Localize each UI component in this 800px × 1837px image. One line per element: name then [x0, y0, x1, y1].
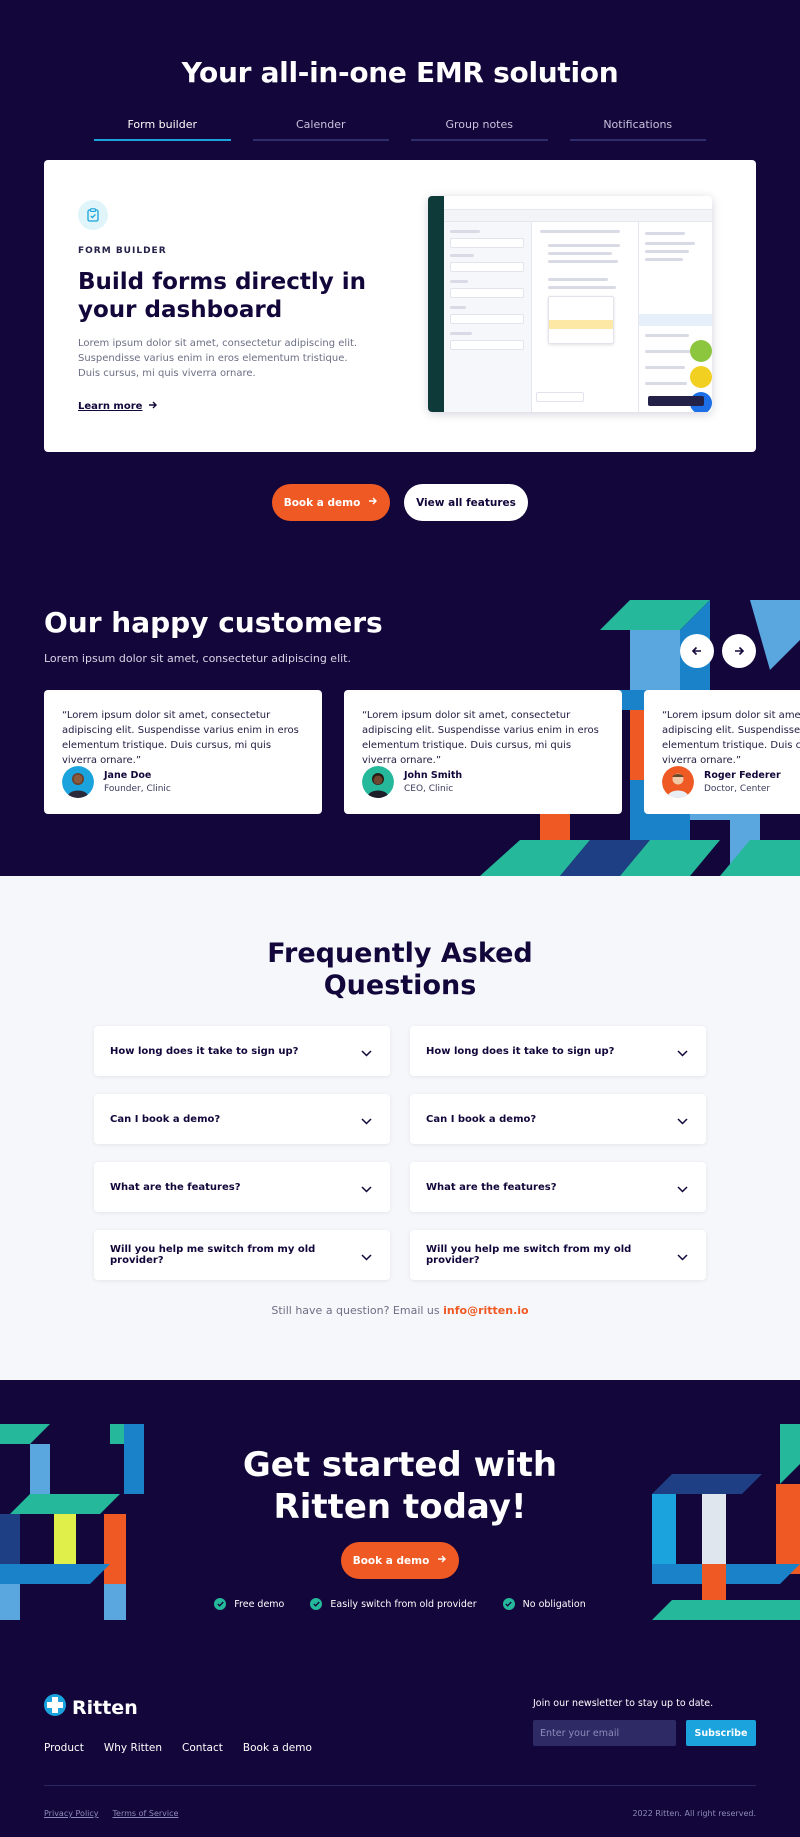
- footer-link-book-demo[interactable]: Book a demo: [243, 1742, 312, 1754]
- page: Your all-in-one EMR solution Form builde…: [0, 0, 800, 1837]
- faq-item[interactable]: Will you help me switch from my old prov…: [94, 1230, 390, 1280]
- avatar: [662, 766, 694, 798]
- avatar: [362, 766, 394, 798]
- dashboard-screenshot: [428, 196, 712, 412]
- faq-contact-text: Still have a question? Email us info@rit…: [271, 1304, 529, 1317]
- chevron-down-icon: [677, 1178, 688, 1197]
- view-all-features-button[interactable]: View all features: [404, 484, 528, 521]
- chevron-down-icon: [361, 1246, 372, 1265]
- arrow-right-icon: [368, 496, 378, 509]
- testimonial-quote: “Lorem ipsum dolor sit amet, consectetur…: [362, 710, 599, 766]
- testimonial-role: Doctor, Center: [704, 784, 771, 794]
- newsletter-email-input[interactable]: [533, 1720, 676, 1746]
- testimonial-name: John Smith: [404, 770, 463, 781]
- benefit-item: Easily switch from old provider: [310, 1598, 477, 1610]
- footer-link-contact[interactable]: Contact: [182, 1742, 223, 1754]
- check-icon: [310, 1598, 323, 1610]
- chevron-down-icon: [361, 1178, 372, 1197]
- customers-title: Our happy customers: [44, 606, 383, 639]
- hero-cta-row: Book a demo View all features: [0, 484, 800, 521]
- arrow-right-icon: [733, 642, 745, 661]
- testimonial-role: Founder, Clinic: [104, 784, 171, 794]
- footer-logo[interactable]: Ritten: [44, 1694, 138, 1721]
- customers-section: Our happy customers Lorem ipsum dolor si…: [0, 560, 800, 876]
- mock-contact-panel: [638, 222, 712, 412]
- footer-link-product[interactable]: Product: [44, 1742, 84, 1754]
- customers-subtitle: Lorem ipsum dolor sit amet, consectetur …: [44, 652, 351, 665]
- feature-heading: Build forms directly in your dashboard: [78, 269, 367, 323]
- faq-item[interactable]: Can I book a demo?: [94, 1094, 390, 1144]
- feature-eyebrow: FORM BUILDER: [78, 246, 167, 256]
- arrow-right-icon: [437, 1554, 447, 1567]
- tab-form-builder[interactable]: Form builder: [94, 118, 231, 141]
- tab-calender[interactable]: Calender: [252, 118, 389, 141]
- mock-sidebar: [428, 196, 444, 412]
- testimonial-card: “Lorem ipsum dolor sit amet, consectetur…: [44, 690, 322, 814]
- chevron-down-icon: [677, 1110, 688, 1129]
- faq-item[interactable]: What are the features?: [94, 1162, 390, 1212]
- book-demo-button[interactable]: Book a demo: [341, 1542, 459, 1579]
- integration-badge-icon: [690, 366, 712, 388]
- copyright: 2022 Ritten. All right reserved.: [632, 1809, 756, 1818]
- terms-of-service-link[interactable]: Terms of Service: [113, 1809, 179, 1818]
- legal-links: Privacy Policy Terms of Service: [44, 1809, 178, 1818]
- ritten-logo-icon: [44, 1694, 66, 1721]
- mock-submit-button: [648, 396, 704, 406]
- faq-item[interactable]: Can I book a demo?: [410, 1094, 706, 1144]
- privacy-policy-link[interactable]: Privacy Policy: [44, 1809, 99, 1818]
- testimonial-card: “Lorem ipsum dolor sit amet, consectetur…: [344, 690, 622, 814]
- tab-notifications[interactable]: Notifications: [569, 118, 706, 141]
- footer-link-why-ritten[interactable]: Why Ritten: [104, 1742, 162, 1754]
- feature-tabs: Form builder Calender Group notes Notifi…: [94, 118, 706, 141]
- chevron-down-icon: [361, 1110, 372, 1129]
- carousel-next-button[interactable]: [722, 634, 756, 668]
- clipboard-icon: [78, 200, 108, 230]
- benefit-item: No obligation: [502, 1598, 586, 1610]
- page-title: Your all-in-one EMR solution: [181, 56, 619, 89]
- tab-group-notes[interactable]: Group notes: [411, 118, 548, 141]
- testimonial-quote: “Lorem ipsum dolor sit amet, consectetur…: [662, 710, 800, 766]
- arrow-left-icon: [691, 642, 703, 661]
- faq-grid: How long does it take to sign up? How lo…: [94, 1026, 706, 1280]
- faq-item[interactable]: What are the features?: [410, 1162, 706, 1212]
- testimonial-name: Jane Doe: [104, 770, 152, 781]
- learn-more-link[interactable]: Learn more: [78, 400, 158, 413]
- check-icon: [502, 1598, 515, 1610]
- benefits-list: Free demo Easily switch from old provide…: [0, 1598, 800, 1610]
- integration-badge-icon: [690, 340, 712, 362]
- mock-form-panel: [444, 222, 532, 412]
- site-footer: Ritten Product Why Ritten Contact Book a…: [0, 1640, 800, 1837]
- arrow-right-icon: [148, 400, 158, 413]
- learn-more-label: Learn more: [78, 401, 143, 412]
- newsletter-label: Join our newsletter to stay up to date.: [533, 1698, 714, 1709]
- testimonial-role: CEO, Clinic: [404, 784, 454, 794]
- chevron-down-icon: [361, 1042, 372, 1061]
- faq-item[interactable]: How long does it take to sign up?: [94, 1026, 390, 1076]
- check-icon: [214, 1598, 227, 1610]
- testimonial-name: Roger Federer: [704, 770, 781, 781]
- get-started-section: Get started with Ritten today! Book a de…: [0, 1380, 800, 1640]
- faq-item[interactable]: How long does it take to sign up?: [410, 1026, 706, 1076]
- feature-description: Lorem ipsum dolor sit amet, consectetur …: [78, 338, 358, 379]
- avatar: [62, 766, 94, 798]
- testimonial-card: “Lorem ipsum dolor sit amet, consectetur…: [644, 690, 800, 814]
- benefit-item: Free demo: [214, 1598, 284, 1610]
- features-section: Your all-in-one EMR solution Form builde…: [0, 0, 800, 560]
- testimonial-quote: “Lorem ipsum dolor sit amet, consectetur…: [62, 710, 299, 766]
- chevron-down-icon: [677, 1042, 688, 1061]
- feature-card: FORM BUILDER Build forms directly in you…: [44, 160, 756, 452]
- faq-item[interactable]: Will you help me switch from my old prov…: [410, 1230, 706, 1280]
- book-demo-button[interactable]: Book a demo: [272, 484, 390, 521]
- email-link[interactable]: info@ritten.io: [443, 1304, 528, 1317]
- faq-section: Frequently Asked Questions How long does…: [0, 876, 800, 1380]
- cta-title: Get started with Ritten today!: [242, 1445, 558, 1527]
- footer-nav: Product Why Ritten Contact Book a demo: [44, 1742, 312, 1754]
- footer-divider: [44, 1785, 756, 1786]
- chevron-down-icon: [677, 1246, 688, 1265]
- subscribe-button[interactable]: Subscribe: [686, 1720, 756, 1746]
- carousel-prev-button[interactable]: [680, 634, 714, 668]
- faq-title: Frequently Asked Questions: [267, 938, 533, 1001]
